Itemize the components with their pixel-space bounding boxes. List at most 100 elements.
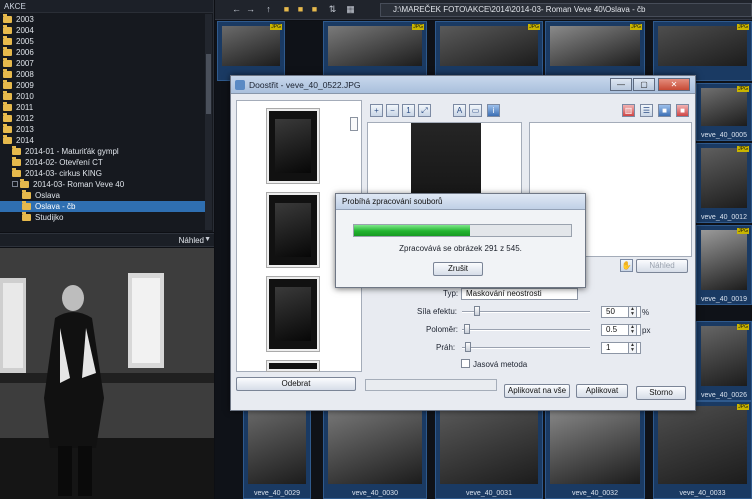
tree-subfolder[interactable]: Oslava: [0, 190, 205, 201]
threshold-slider[interactable]: [462, 347, 590, 349]
dialog-titlebar[interactable]: Doostřit - veve_40_0522.JPG — ▢ ✕: [231, 76, 695, 94]
zoom-in-icon[interactable]: +: [370, 104, 383, 117]
type-select[interactable]: Maskování neostrosti: [461, 288, 578, 300]
preview-label[interactable]: Náhled: [179, 236, 204, 245]
strength-spinner[interactable]: ▲ ▼: [628, 306, 637, 318]
folder-label: 2014-03- cirkus KING: [25, 169, 102, 178]
back-icon[interactable]: ←: [231, 4, 242, 15]
view-mode-icon[interactable]: ▦: [345, 4, 356, 15]
thumbnail-caption: veve_40_0005: [701, 132, 747, 139]
thumbnail-item[interactable]: JPGveve_40_0030: [323, 401, 427, 499]
folder-open-icon[interactable]: ■: [309, 4, 320, 15]
tree-subfolder[interactable]: 2014-03- cirkus KING: [0, 168, 205, 179]
folder-icon: [22, 212, 31, 221]
tree-scrollbar-thumb[interactable]: [206, 54, 211, 114]
remove-button[interactable]: Odebrat: [236, 377, 356, 391]
filmstrip-item[interactable]: [267, 193, 319, 267]
threshold-slider-knob[interactable]: [465, 342, 471, 352]
folder-label: 2006: [16, 48, 34, 57]
radius-slider[interactable]: [462, 329, 590, 331]
folder-label: 2007: [16, 59, 34, 68]
filmstrip-item[interactable]: [267, 361, 319, 371]
sort-icon[interactable]: ⇅: [327, 4, 338, 15]
tree-folder[interactable]: 2011: [0, 102, 205, 113]
thumbnail-item[interactable]: JPGveve_40_0029: [243, 401, 311, 499]
threshold-spinner[interactable]: ▲ ▼: [628, 342, 637, 354]
forward-icon[interactable]: →: [245, 4, 256, 15]
split-view-icon[interactable]: ▥: [622, 104, 635, 117]
full-view-icon[interactable]: ■: [676, 104, 689, 117]
radius-slider-knob[interactable]: [464, 324, 470, 334]
filmstrip-scrollbar-thumb[interactable]: [350, 117, 358, 131]
apply-button[interactable]: Aplikovat: [576, 384, 628, 398]
tree-scrollbar[interactable]: [205, 14, 212, 230]
thumbnail-item[interactable]: JPG: [435, 21, 543, 81]
thumbnail-item[interactable]: JPG veve_40_0033: [653, 401, 752, 499]
expand-icon[interactable]: [12, 181, 18, 187]
horizontal-split-icon[interactable]: ☰: [640, 104, 653, 117]
close-button[interactable]: ✕: [658, 78, 690, 91]
tree-subfolder[interactable]: Oslava - čb: [0, 201, 205, 212]
zoom-out-icon[interactable]: −: [386, 104, 399, 117]
filmstrip-item[interactable]: [267, 277, 319, 351]
address-bar[interactable]: J:\MAREČEK FOTO\AKCE\2014\2014-03- Roman…: [380, 3, 752, 17]
file-type-badge: JPG: [737, 146, 749, 152]
thumbnail-item[interactable]: JPGveve_40_0032: [545, 401, 645, 499]
brightness-checkbox[interactable]: [461, 359, 470, 368]
folder-icon[interactable]: ■: [281, 4, 292, 15]
thumbnail-item[interactable]: JPGveve_40_0031: [435, 401, 543, 499]
progress-message: Zpracovává se obrázek 291 z 545.: [399, 244, 522, 253]
tree-folder[interactable]: 2009: [0, 80, 205, 91]
tree-folder[interactable]: 2004: [0, 25, 205, 36]
filmstrip-item[interactable]: [267, 109, 319, 183]
thumbnail-image: [658, 406, 747, 484]
strength-slider-knob[interactable]: [474, 306, 480, 316]
thumbnail-item[interactable]: JPG veve_40_0026: [696, 321, 752, 401]
tree-folder[interactable]: 2010: [0, 91, 205, 102]
strength-slider[interactable]: [462, 311, 590, 313]
chevron-down-icon[interactable]: ▼: [204, 236, 211, 243]
info-icon[interactable]: i: [487, 104, 500, 117]
tree-folder[interactable]: 2008: [0, 69, 205, 80]
radius-spinner[interactable]: ▲ ▼: [628, 324, 637, 336]
thumbnail-image: [701, 326, 747, 386]
tree-folder[interactable]: 2012: [0, 113, 205, 124]
thumbnail-item[interactable]: JPG: [323, 21, 427, 81]
cancel-button[interactable]: Storno: [636, 386, 686, 400]
maximize-button[interactable]: ▢: [633, 78, 655, 91]
tree-folder[interactable]: 2013: [0, 124, 205, 135]
thumbnail-item[interactable]: JPG: [545, 21, 645, 81]
tree-folder[interactable]: 2007: [0, 58, 205, 69]
single-view-icon[interactable]: ■: [658, 104, 671, 117]
folder-label: Oslava: [35, 191, 60, 200]
progress-title[interactable]: Probíhá zpracování souborů: [336, 194, 585, 210]
thumbnail-item[interactable]: JPG veve_40_0019: [696, 225, 752, 305]
fit-icon[interactable]: ⤢: [418, 104, 431, 117]
tree-folder[interactable]: 2014: [0, 135, 205, 146]
preview-button[interactable]: Náhled: [636, 259, 688, 273]
up-icon[interactable]: ↑: [263, 4, 274, 15]
tree-subfolder[interactable]: Studijko: [0, 212, 205, 223]
thumbnail-item[interactable]: JPG veve_40_0012: [696, 143, 752, 223]
thumbnail-item[interactable]: JPG: [653, 21, 752, 81]
minimize-button[interactable]: —: [610, 78, 632, 91]
compare-icon[interactable]: A: [453, 104, 466, 117]
folder-label: 2005: [16, 37, 34, 46]
file-type-badge: JPG: [630, 24, 642, 30]
tree-subfolder[interactable]: 2014-02- Otevření CT: [0, 157, 205, 168]
thumbnail-item[interactable]: JPG veve_40_0005: [696, 83, 752, 141]
thumbnail-item[interactable]: JPG: [217, 21, 285, 81]
folder-label: 2008: [16, 70, 34, 79]
tree-folder[interactable]: 2006: [0, 47, 205, 58]
tree-subfolder[interactable]: 2014-03- Roman Veve 40: [0, 179, 205, 190]
tree-folder[interactable]: 2005: [0, 36, 205, 47]
actual-size-icon[interactable]: 1: [402, 104, 415, 117]
progress-cancel-button[interactable]: Zrušit: [433, 262, 483, 276]
apply-all-button[interactable]: Aplikovat na vše: [504, 384, 570, 398]
hand-icon[interactable]: ✋: [620, 259, 633, 272]
tree-folder[interactable]: 2003: [0, 14, 205, 25]
folder-icon[interactable]: ▭: [469, 104, 482, 117]
preview-image: [0, 248, 214, 499]
tree-subfolder[interactable]: 2014-01 - Maturiťák gympl: [0, 146, 205, 157]
folder-favorite-icon[interactable]: ■: [295, 4, 306, 15]
